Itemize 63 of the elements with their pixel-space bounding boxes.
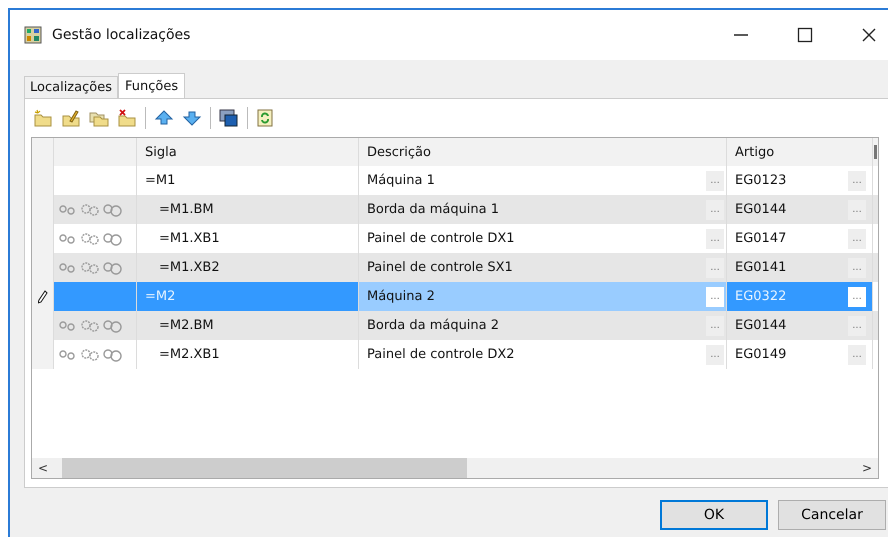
app-icon xyxy=(24,26,42,44)
ellipsis-button[interactable]: ... xyxy=(848,316,866,336)
ellipsis-button[interactable]: ... xyxy=(848,286,866,306)
ellipsis-button[interactable]: ... xyxy=(706,316,724,336)
ellipsis-button[interactable]: ... xyxy=(706,286,724,306)
column-header[interactable]: Artigo xyxy=(735,144,774,160)
table-cell: EG0322 xyxy=(735,289,786,304)
ellipsis-button[interactable]: ... xyxy=(706,258,724,278)
delete-folder-icon[interactable] xyxy=(117,109,137,127)
table-cell: Painel de controle DX2 xyxy=(367,347,515,362)
table-cell: Borda da máquina 2 xyxy=(367,318,500,333)
table-cell-text: =M1.XB2 xyxy=(158,260,220,275)
cancel-button[interactable]: Cancelar xyxy=(778,500,886,530)
table-cell-text: =M2.XB1 xyxy=(158,347,220,362)
up-arrow-icon[interactable] xyxy=(154,109,174,127)
maximize-icon[interactable] xyxy=(797,27,813,43)
table-cell: EG0141 xyxy=(735,260,786,275)
column-header[interactable]: Sigla xyxy=(145,144,177,160)
ellipsis-button[interactable]: ... xyxy=(848,258,866,278)
refresh-icon[interactable] xyxy=(256,109,274,127)
table-cell: =M1 xyxy=(145,173,176,188)
table-cell: Borda da máquina 1 xyxy=(367,202,500,217)
table-cell: EG0144 xyxy=(735,318,786,333)
table-cell-text: =M2.BM xyxy=(158,318,214,333)
ellipsis-button[interactable]: ... xyxy=(848,200,866,220)
table-row[interactable]: =M2.XB1 Painel de controle DX2 ... EG0149 ... xyxy=(32,340,878,369)
column-header[interactable]: Descrição xyxy=(367,144,431,160)
table-cell: EG0144 xyxy=(735,202,786,217)
table-cell: EG0147 xyxy=(735,231,786,246)
ellipsis-button[interactable]: ... xyxy=(706,200,724,220)
edit-folder-icon[interactable] xyxy=(61,109,81,127)
table-cell: Máquina 1 xyxy=(367,173,435,188)
new-folder-icon[interactable] xyxy=(33,109,53,127)
table-cell-text: =M1.XB1 xyxy=(158,231,220,246)
window-stack-icon[interactable] xyxy=(219,109,239,127)
scroll-left-button[interactable]: < xyxy=(32,461,54,475)
table-cell: Painel de controle DX1 xyxy=(367,231,515,246)
table-cell: Máquina 2 xyxy=(367,289,435,304)
ellipsis-button[interactable]: ... xyxy=(706,170,724,190)
ellipsis-button[interactable]: ... xyxy=(848,170,866,190)
table-cell: EG0123 xyxy=(735,173,786,188)
table-row[interactable]: =M2 Máquina 2 ... EG0322 ... xyxy=(32,282,878,311)
tab[interactable]: Localizações xyxy=(24,76,118,98)
tab[interactable]: Funções xyxy=(118,73,186,98)
table-cell-text: =M1.BM xyxy=(158,202,214,217)
close-icon[interactable] xyxy=(861,27,877,43)
scroll-right-button[interactable]: > xyxy=(856,461,878,475)
table-row[interactable]: =M1.XB2 Painel de controle SX1 ... EG0141 ... xyxy=(32,253,878,282)
table-cell: =M2 xyxy=(145,289,176,304)
down-arrow-icon[interactable] xyxy=(182,109,202,127)
table-row[interactable]: =M2.BM Borda da máquina 2 ... EG0144 ... xyxy=(32,311,878,340)
window-title: Gestão localizações xyxy=(52,27,190,43)
scroll-thumb[interactable] xyxy=(62,458,467,478)
table-cell: Painel de controle SX1 xyxy=(367,260,513,275)
ellipsis-button[interactable]: ... xyxy=(706,228,724,248)
ok-button[interactable]: OK xyxy=(660,500,768,530)
horizontal-scrollbar[interactable]: < > xyxy=(32,458,878,478)
pencil-icon xyxy=(38,290,48,304)
table-row[interactable]: =M1.BM Borda da máquina 1 ... EG0144 ... xyxy=(32,195,878,224)
table-cell: EG0149 xyxy=(735,347,786,362)
ellipsis-button[interactable]: ... xyxy=(848,344,866,364)
ellipsis-button[interactable]: ... xyxy=(848,228,866,248)
ellipsis-button[interactable]: ... xyxy=(706,344,724,364)
